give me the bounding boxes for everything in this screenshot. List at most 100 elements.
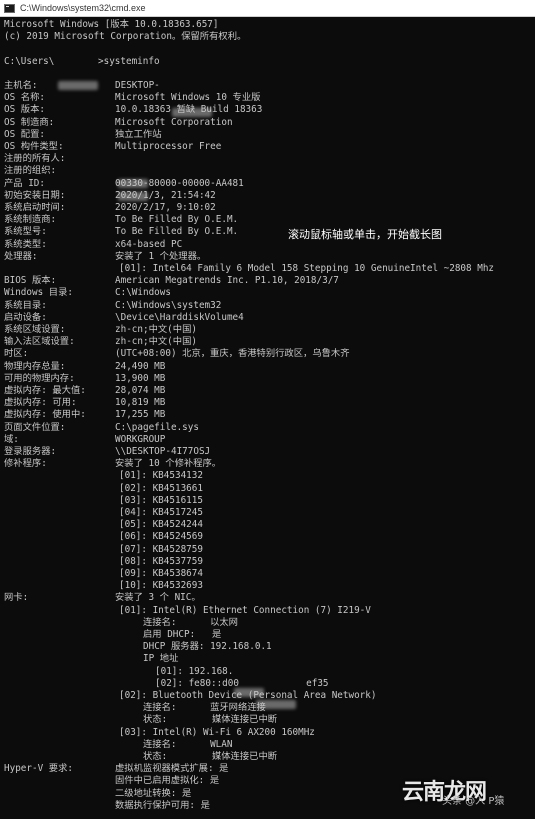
console-key: 注册的组织: [4,165,57,177]
console-value: [03]: KB4516115 [119,494,203,506]
console-key: 产品 ID: [4,177,45,189]
console-line: [01]: Intel64 Family 6 Model 158 Steppin… [4,263,532,275]
console-value: WORKGROUP [115,433,166,445]
console-line: 状态: 媒体连接已中断 [4,714,532,726]
console-line: 物理内存总量: 24,490 MB [4,361,532,373]
console-value: \\DESKTOP-4I77OSJ [115,446,211,457]
console-key: 主机名: [4,80,38,91]
console-key: 系统类型: [4,238,47,250]
console-line: 时区: (UTC+08:00) 北京，重庆，香港特别行政区，乌鲁木齐 [4,348,532,360]
console-line: [08]: KB4537759 [4,556,532,568]
console-value: [09]: KB4538674 [119,568,203,579]
console-line: 连接名: 蓝牙网络连接 [4,702,532,714]
console-key: 网卡: [4,592,29,604]
console-value: 28,074 MB [115,385,166,396]
console-value: 二级地址转换: 是 [115,787,192,799]
console-value: [10]: KB4532693 [119,580,203,592]
console-line: BIOS 版本: American Megatrends Inc. P1.10, … [4,275,532,287]
console-line: 注册的组织: [4,165,532,177]
console-line: Microsoft Windows [版本 10.0.18363.657] [4,19,532,31]
console-value: x64-based PC [115,238,183,250]
console-line: OS 配置: 独立工作站 [4,129,532,141]
console-key: BIOS 版本: [4,275,57,287]
console-line: [06]: KB4524569 [4,531,532,543]
console-key: OS 构件类型: [4,141,64,152]
console-key: OS 制造商: [4,116,55,128]
console-key: 登录服务器: [4,446,57,457]
console-line: 状态: 媒体连接已中断 [4,751,532,763]
console-value: To Be Filled By O.E.M. [115,214,239,226]
console-value: To Be Filled By O.E.M. [115,226,239,238]
console-key: 虚拟内存: 可用: [4,397,77,409]
console-value: 10.0.18363 暂缺 Build 18363 [115,104,263,116]
console-key: 系统启动时间: [4,202,66,213]
console-line: 连接名: 以太网 [4,617,532,629]
console-value: 启用 DHCP: 是 [143,629,222,640]
console-value: [02]: KB4513661 [119,482,203,494]
console-key: 可用的物理内存: [4,372,75,384]
console-value: \Device\HarddiskVolume4 [115,311,244,323]
console-line: 系统制造商: To Be Filled By O.E.M. [4,214,532,226]
console-line: [02]: KB4513661 [4,483,532,495]
console-line: 系统区域设置: zh-cn;中文(中国) [4,324,532,336]
console-line: [07]: KB4528759 [4,544,532,556]
console-key: 初始安装日期: [4,189,66,201]
console-line: 处理器: 安装了 1 个处理器。 [4,251,532,263]
console-value: [01]: 192.168. [155,665,234,677]
console-key: 虚拟内存: 最大值: [4,385,86,396]
console-line: 虚拟内存: 使用中: 17,255 MB [4,409,532,421]
console-key: Hyper-V 要求: [4,763,73,775]
console-line: [09]: KB4538674 [4,568,532,580]
console-key: Microsoft Windows [版本 10.0.18363.657] [4,19,219,30]
console-line: IP 地址 [4,653,532,665]
console-line: 产品 ID: 00330-80000-00000-AA481 [4,178,532,190]
console-key: 输入法区域设置: [4,336,75,348]
console-value: Microsoft Corporation [115,116,233,128]
console-key: 物理内存总量: [4,360,66,372]
console-key: 页面文件位置: [4,421,66,433]
console-line: [03]: Intel(R) Wi-Fi 6 AX200 160MHz [4,727,532,739]
cmd-icon [4,3,15,13]
title-bar[interactable]: C:\Windows\system32\cmd.exe [0,0,535,17]
console-key: OS 版本: [4,104,45,116]
console-value: IP 地址 [143,653,179,665]
console-key: 虚拟内存: 使用中: [4,409,86,421]
console-line: 系统类型: x64-based PC [4,239,532,251]
console-line: [05]: KB4524244 [4,519,532,531]
console-value: [08]: KB4537759 [119,555,203,567]
console-value: [02]: Bluetooth Device (Personal Area Ne… [119,690,377,701]
console-value: 状态: 媒体连接已中断 [143,714,278,726]
console-key: 注册的所有人: [4,153,66,165]
console-line: 连接名: WLAN [4,739,532,751]
watermark: 云南龙网 头条 @入 P猿 [402,774,504,807]
console-value: 安装了 10 个修补程序。 [115,458,222,470]
console-line: 域: WORKGROUP [4,434,532,446]
console-value: Multiprocessor Free [115,141,222,152]
console-line: 虚拟内存: 可用: 10,819 MB [4,397,532,409]
console-value: 连接名: 以太网 [143,616,238,628]
console-key: 时区: [4,348,29,360]
console-value: [01]: Intel(R) Ethernet Connection (7) I… [119,604,371,616]
console-line: 系统启动时间: 2020/2/17, 9:10:02 [4,202,532,214]
console-value: zh-cn;中文(中国) [115,336,197,348]
console-value: 24,490 MB [115,360,166,372]
console-line: DHCP 服务器: 192.168.0.1 [4,641,532,653]
console-value: [05]: KB4524244 [119,519,203,531]
console-line: 页面文件位置: C:\pagefile.sys [4,422,532,434]
console-key: 处理器: [4,250,38,262]
console-line: OS 版本: 10.0.18363 暂缺 Build 18363 [4,104,532,116]
console-output[interactable]: Microsoft Windows [版本 10.0.18363.657] (c)… [4,19,532,815]
console-key: 系统型号: [4,226,47,238]
console-line: 输入法区域设置: zh-cn;中文(中国) [4,336,532,348]
window-title: C:\Windows\system32\cmd.exe [20,3,146,13]
console-value: [01]: KB4534132 [119,470,203,482]
console-key: (c) 2019 Microsoft Corporation。保留所有权利。 [4,31,247,43]
console-value: 安装了 3 个 NIC。 [115,592,201,604]
console-value: [01]: Intel64 Family 6 Model 158 Steppin… [119,263,495,274]
console-value: 00330-80000-00000-AA481 [115,177,244,189]
console-line: [01]: Intel(R) Ethernet Connection (7) I… [4,605,532,617]
console-line: [03]: KB4516115 [4,495,532,507]
console-key: 域: [4,433,19,445]
console-key: 系统目录: [4,299,47,311]
